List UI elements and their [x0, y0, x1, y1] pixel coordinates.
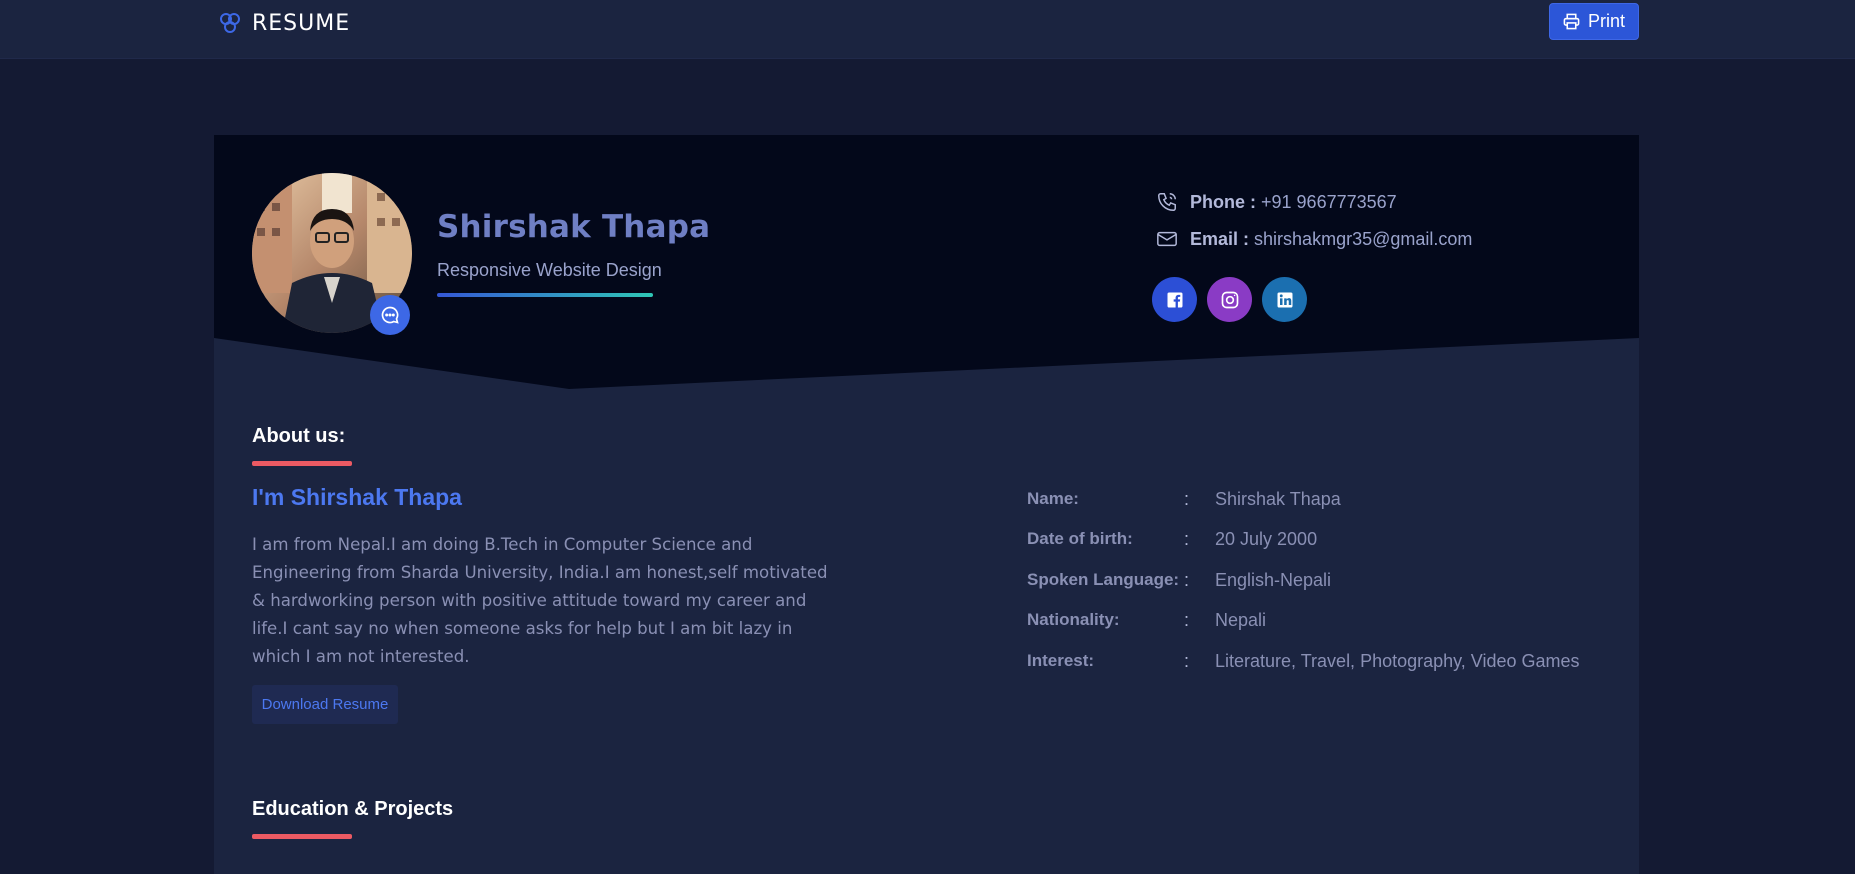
phone-label: Phone : — [1190, 191, 1256, 212]
chat-button[interactable] — [370, 295, 410, 335]
email-value[interactable]: shirshakmgr35@gmail.com — [1254, 229, 1472, 249]
info-row-dob: Date of birth: : 20 July 2000 — [1027, 527, 1317, 551]
instagram-icon — [1221, 291, 1238, 308]
top-navbar: RESUME Print — [0, 0, 1855, 59]
info-key: Date of birth: — [1027, 529, 1133, 548]
info-key: Spoken Language: — [1027, 570, 1180, 589]
envelope-icon — [1157, 231, 1177, 247]
email-label: Email : — [1190, 228, 1250, 249]
info-row-interest: Interest: : Literature, Travel, Photogra… — [1027, 649, 1580, 673]
about-heading: I'm Shirshak Thapa — [252, 484, 462, 510]
info-key: Interest: — [1027, 651, 1095, 670]
info-separator: : — [1184, 528, 1190, 549]
profile-subtitle: Responsive Website Design — [437, 260, 662, 280]
header-background — [214, 135, 1639, 389]
info-value: Nepali — [1215, 609, 1267, 630]
info-row-nationality: Nationality: : Nepali — [1027, 608, 1266, 632]
info-value: Shirshak Thapa — [1215, 488, 1341, 509]
phone-icon — [1158, 193, 1176, 211]
resume-card: Shirshak Thapa Responsive Website Design… — [214, 135, 1639, 874]
three-circles-logo-icon — [220, 13, 240, 33]
profile-name: Shirshak Thapa — [437, 209, 711, 245]
brand-title: RESUME — [252, 10, 351, 36]
contact-email: Email : shirshakmgr35@gmail.com — [1156, 228, 1472, 250]
info-value: 20 July 2000 — [1215, 528, 1318, 549]
info-separator: : — [1184, 650, 1190, 671]
download-resume-button[interactable]: Download Resume — [252, 685, 398, 724]
info-value: English-Nepali — [1215, 569, 1332, 590]
contact-phone: Phone : +91 9667773567 — [1156, 191, 1397, 213]
avatar-container — [252, 173, 412, 335]
facebook-icon — [1167, 292, 1182, 307]
info-key: Nationality: — [1027, 610, 1120, 629]
profile-header: Shirshak Thapa Responsive Website Design… — [214, 135, 1639, 389]
info-key: Name: — [1027, 489, 1079, 508]
about-description: I am from Nepal.I am doing B.Tech in Com… — [252, 535, 828, 666]
education-section-title: Education & Projects — [252, 798, 454, 820]
facebook-link[interactable] — [1152, 277, 1197, 322]
print-button[interactable]: Print — [1549, 3, 1639, 40]
info-separator: : — [1184, 609, 1190, 630]
linkedin-link[interactable] — [1262, 277, 1307, 322]
info-row-language: Spoken Language: : English-Nepali — [1027, 568, 1331, 592]
about-section-title: About us: — [252, 425, 346, 447]
phone-value[interactable]: +91 9667773567 — [1261, 192, 1397, 212]
info-row-name: Name: : Shirshak Thapa — [1027, 487, 1341, 511]
linkedin-icon — [1277, 292, 1292, 307]
info-separator: : — [1184, 488, 1190, 509]
brand[interactable]: RESUME — [218, 10, 350, 36]
info-value: Literature, Travel, Photography, Video G… — [1215, 650, 1580, 671]
about-underline — [252, 461, 352, 466]
subtitle-underline — [437, 293, 653, 297]
education-underline — [252, 834, 352, 839]
printer-icon — [1563, 13, 1580, 30]
chat-bubble-icon — [381, 306, 399, 324]
info-separator: : — [1184, 569, 1190, 590]
instagram-link[interactable] — [1207, 277, 1252, 322]
print-label: Print — [1587, 11, 1625, 31]
